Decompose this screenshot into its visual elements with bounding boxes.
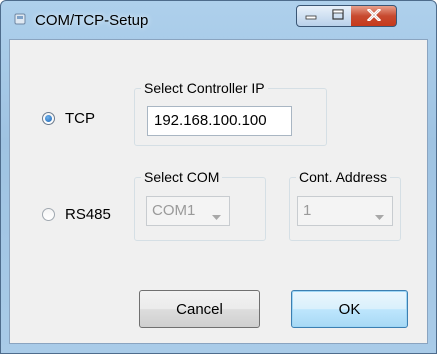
window-title: COM/TCP-Setup <box>35 12 149 29</box>
title-bar[interactable]: COM/TCP-Setup <box>1 1 436 39</box>
select-com-group-label: Select COM <box>141 169 223 185</box>
controller-ip-input[interactable]: 192.168.100.100 <box>147 106 292 136</box>
dialog-client-area: TCP Select Controller IP 192.168.100.100… <box>9 39 428 344</box>
minimize-icon <box>305 9 317 23</box>
app-icon <box>13 12 27 26</box>
controller-ip-group-label: Select Controller IP <box>141 80 268 96</box>
chevron-down-icon <box>375 208 384 225</box>
rs485-radio-indicator[interactable] <box>42 208 55 221</box>
controller-address-value: 1 <box>303 202 312 219</box>
tcp-radio[interactable]: TCP <box>42 110 95 127</box>
cancel-button[interactable]: Cancel <box>139 290 260 328</box>
rs485-radio-label: RS485 <box>65 206 111 223</box>
radio-selected-dot <box>45 115 52 122</box>
minimize-button[interactable] <box>296 5 325 27</box>
controller-ip-group: Select Controller IP 192.168.100.100 <box>134 80 327 146</box>
tcp-radio-label: TCP <box>65 110 95 127</box>
rs485-radio[interactable]: RS485 <box>42 206 111 223</box>
com-port-select[interactable]: COM1 <box>146 196 230 226</box>
controller-address-select[interactable]: 1 <box>297 196 393 226</box>
close-icon <box>366 7 381 24</box>
tcp-radio-indicator[interactable] <box>42 112 55 125</box>
dialog-window: COM/TCP-Setup TCP Select Controller IP 1… <box>0 0 437 354</box>
controller-address-group: Cont. Address 1 <box>289 169 401 241</box>
chevron-down-icon <box>212 208 221 225</box>
select-com-group: Select COM COM1 <box>134 169 266 241</box>
com-port-value: COM1 <box>152 202 196 219</box>
maximize-icon <box>331 9 344 23</box>
close-button[interactable] <box>351 5 397 27</box>
maximize-button[interactable] <box>324 5 352 27</box>
ok-button[interactable]: OK <box>291 290 408 328</box>
controller-address-group-label: Cont. Address <box>296 169 390 185</box>
